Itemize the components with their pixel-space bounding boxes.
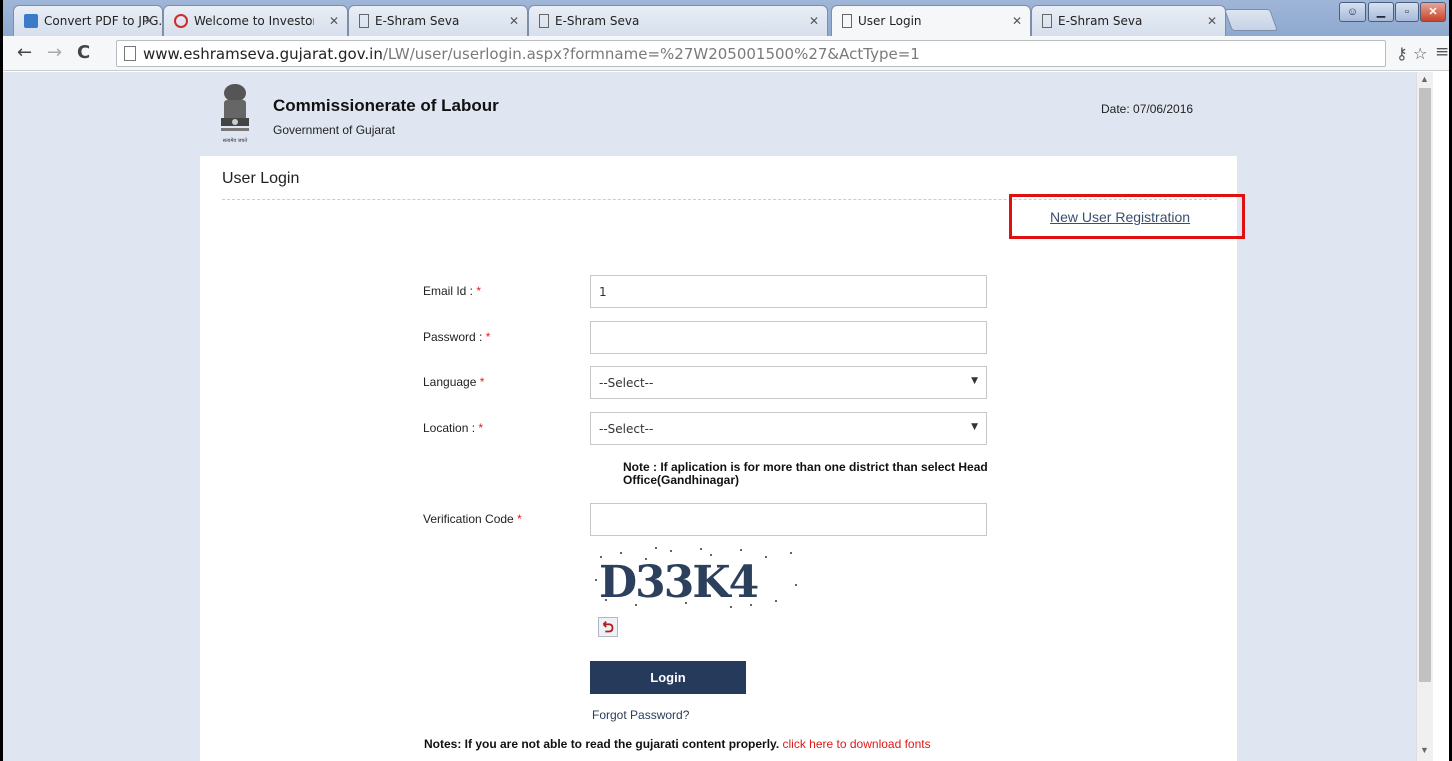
password-label: Password : * bbox=[423, 330, 491, 344]
email-field[interactable]: 1 bbox=[590, 275, 987, 308]
reload-icon[interactable]: C bbox=[77, 42, 90, 63]
language-value: --Select-- bbox=[599, 376, 654, 390]
captcha-image: D33K4 bbox=[595, 547, 797, 608]
page-icon bbox=[842, 14, 852, 28]
new-tab-button[interactable] bbox=[1223, 9, 1279, 31]
page-icon bbox=[539, 14, 549, 28]
email-value: 1 bbox=[599, 285, 607, 299]
required-mark: * bbox=[479, 375, 485, 389]
tab-title: E-Shram Seva bbox=[555, 14, 640, 28]
close-icon[interactable]: ✕ bbox=[329, 14, 339, 28]
email-label: Email Id : * bbox=[423, 284, 482, 298]
close-icon[interactable]: ✕ bbox=[144, 14, 154, 28]
scroll-down-icon[interactable]: ▼ bbox=[1420, 745, 1429, 755]
scroll-up-icon[interactable]: ▲ bbox=[1420, 74, 1429, 84]
required-mark: * bbox=[478, 421, 484, 435]
close-window-button[interactable]: ✕ bbox=[1420, 2, 1446, 22]
back-icon[interactable]: ← bbox=[17, 42, 32, 63]
language-label: Language * bbox=[423, 375, 485, 389]
minimize-button[interactable]: ▁ bbox=[1368, 2, 1394, 22]
location-select[interactable]: --Select-- ▼ bbox=[590, 412, 987, 445]
page-icon bbox=[124, 46, 136, 61]
url-path: /LW/user/userlogin.aspx?formname=%27W205… bbox=[382, 45, 920, 63]
location-value: --Select-- bbox=[599, 422, 654, 436]
page-title: User Login bbox=[222, 170, 300, 187]
tab-strip: Convert PDF to JPG... It's d ✕ Welcome t… bbox=[3, 0, 1449, 37]
password-field[interactable] bbox=[590, 321, 987, 354]
forward-icon[interactable]: → bbox=[47, 42, 62, 63]
required-mark: * bbox=[517, 512, 522, 526]
language-select[interactable]: --Select-- ▼ bbox=[590, 366, 987, 399]
chevron-down-icon: ▼ bbox=[971, 422, 978, 432]
converter-icon bbox=[24, 14, 38, 28]
verification-code-field[interactable] bbox=[590, 503, 987, 536]
key-icon[interactable]: ⚷ bbox=[1396, 44, 1408, 63]
captcha-text: D33K4 bbox=[599, 557, 758, 608]
tab-eshram-3[interactable]: E-Shram Seva ✕ bbox=[1031, 5, 1226, 36]
investor-facilitation-icon bbox=[174, 14, 188, 28]
page-icon bbox=[359, 14, 369, 28]
maximize-button[interactable]: ▫ bbox=[1395, 2, 1419, 22]
site-header: सत्यमेव जयते Commissionerate of Labour G… bbox=[215, 82, 1245, 158]
download-fonts-link[interactable]: click here to download fonts bbox=[783, 737, 931, 751]
tab-title: E-Shram Seva bbox=[375, 14, 460, 28]
chevron-down-icon: ▼ bbox=[971, 376, 978, 386]
star-icon[interactable]: ☆ bbox=[1413, 44, 1427, 63]
close-icon[interactable]: ✕ bbox=[1012, 14, 1022, 28]
tab-convert-pdf[interactable]: Convert PDF to JPG... It's d ✕ bbox=[13, 5, 163, 36]
fonts-note: Notes: If you are not able to read the g… bbox=[424, 737, 931, 751]
tab-user-login[interactable]: User Login ✕ bbox=[831, 5, 1031, 37]
new-user-registration-link[interactable]: New User Registration bbox=[1050, 209, 1190, 225]
tab-title: User Login bbox=[858, 14, 922, 28]
refresh-captcha-icon[interactable] bbox=[598, 617, 618, 637]
verification-label: Verification Code * bbox=[423, 512, 522, 526]
fonts-note-text: Notes: If you are not able to read the g… bbox=[424, 737, 780, 751]
emblem-caption: सत्यमेव जयते bbox=[223, 137, 248, 144]
page-viewport: सत्यमेव जयते Commissionerate of Labour G… bbox=[3, 72, 1416, 761]
menu-icon[interactable]: ≡ bbox=[1435, 42, 1449, 62]
login-button[interactable]: Login bbox=[590, 661, 746, 694]
address-bar[interactable]: www.eshramseva.gujarat.gov.in/LW/user/us… bbox=[116, 40, 1386, 67]
scroll-thumb[interactable] bbox=[1419, 88, 1431, 682]
vertical-scrollbar[interactable]: ▲ ▼ bbox=[1416, 72, 1433, 761]
url-host: www.eshramseva.gujarat.gov.in bbox=[143, 45, 383, 63]
close-icon[interactable]: ✕ bbox=[509, 14, 519, 28]
district-note: Note : If aplication is for more than on… bbox=[623, 460, 988, 487]
tab-title: E-Shram Seva bbox=[1058, 14, 1143, 28]
required-mark: * bbox=[476, 284, 482, 298]
org-subtitle: Government of Gujarat bbox=[273, 123, 396, 137]
login-panel: User Login New User Registration Email I… bbox=[200, 156, 1245, 761]
forgot-password-link[interactable]: Forgot Password? bbox=[592, 708, 689, 722]
emblem-icon: सत्यमेव जयते bbox=[221, 84, 249, 144]
close-icon[interactable]: ✕ bbox=[1207, 14, 1217, 28]
page-icon bbox=[1042, 14, 1052, 28]
profile-icon[interactable]: ☺ bbox=[1339, 2, 1366, 22]
required-mark: * bbox=[485, 330, 491, 344]
org-title: Commissionerate of Labour bbox=[273, 96, 499, 115]
location-label: Location : * bbox=[423, 421, 484, 435]
current-date: Date: 07/06/2016 bbox=[1101, 102, 1194, 116]
tab-investor-facilitation[interactable]: Welcome to Investor Facili ✕ bbox=[163, 5, 348, 36]
tab-title: Welcome to Investor Facili bbox=[194, 14, 314, 28]
browser-toolbar: ← → C www.eshramseva.gujarat.gov.in/LW/u… bbox=[3, 36, 1449, 71]
tab-eshram-2[interactable]: E-Shram Seva ✕ bbox=[528, 5, 828, 36]
tab-eshram-1[interactable]: E-Shram Seva ✕ bbox=[348, 5, 528, 36]
close-icon[interactable]: ✕ bbox=[809, 14, 819, 28]
